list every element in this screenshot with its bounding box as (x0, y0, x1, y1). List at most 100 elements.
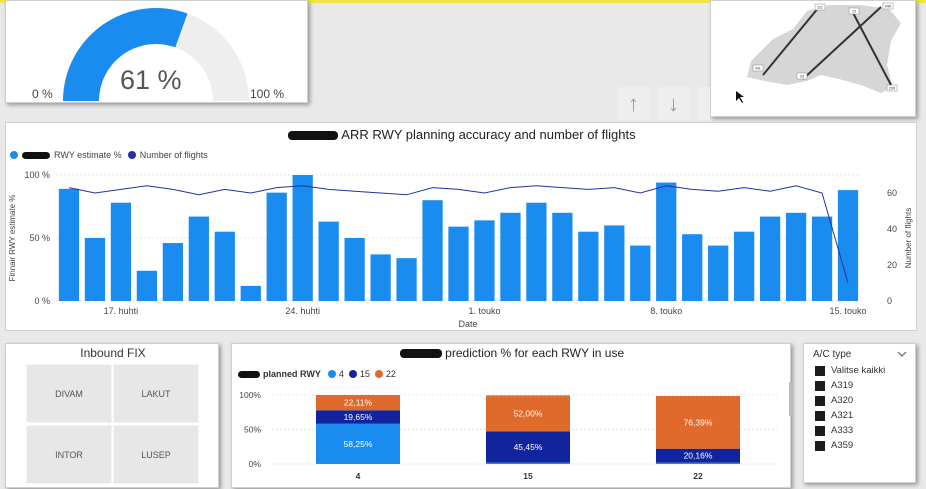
accuracy-bar[interactable] (370, 254, 391, 301)
fix-option-lusep[interactable]: LUSEP (113, 425, 199, 484)
accuracy-bar[interactable] (58, 188, 80, 301)
y-tick-label: 100% (239, 390, 261, 400)
accuracy-bar[interactable] (759, 216, 781, 301)
segment-label: 52,00% (514, 408, 543, 418)
prediction-chart: 58,25% 19,65% 22,11% 45,45% 52,00% 20,16% 76,3… (239, 382, 792, 481)
accuracy-bar[interactable] (318, 221, 339, 301)
segment-label: 20,16% (684, 451, 713, 461)
accuracy-bar[interactable] (630, 245, 651, 301)
map-label: 04L (755, 67, 761, 71)
segment-label: 22,11% (344, 398, 373, 408)
fix-option-intor[interactable]: INTOR (26, 425, 112, 484)
accuracy-bar[interactable] (84, 238, 106, 301)
drill-up-button[interactable]: ↑ (617, 87, 650, 120)
ac-type-option-a319[interactable]: A319 (815, 380, 853, 391)
drill-down-button[interactable]: ↓ (657, 87, 690, 120)
accuracy-bar[interactable] (500, 212, 521, 301)
y-tick-label: 50% (244, 425, 261, 435)
gauge-value: 61 % (120, 65, 182, 95)
ac-type-option-a359[interactable]: A359 (815, 440, 853, 451)
y-tick-label: 0% (249, 459, 262, 469)
segment-label: 76,39% (684, 417, 713, 427)
accuracy-bar[interactable] (214, 231, 235, 301)
arrow-up-icon: ↑ (628, 91, 639, 116)
ac-type-option-a321[interactable]: A321 (815, 410, 853, 421)
accuracy-bar[interactable] (344, 238, 365, 301)
right-axis-label: Number of flights (904, 208, 913, 268)
map-label: 33 (800, 75, 804, 79)
accuracy-bar[interactable] (682, 234, 703, 301)
x-tick-label: 17. huhti (104, 306, 139, 316)
ac-type-title: A/C type (813, 349, 852, 360)
x-tick-label: 8. touko (650, 306, 682, 316)
accuracy-bar[interactable] (656, 182, 677, 301)
map-label: 22R (889, 87, 896, 91)
accuracy-bar[interactable] (526, 202, 547, 301)
ac-type-option-all[interactable]: Valitse kaikki (815, 365, 885, 376)
map-cursor-icon (736, 91, 744, 103)
map-label: 22L (817, 6, 823, 10)
checkbox-icon (815, 425, 825, 436)
accuracy-bar[interactable] (837, 190, 859, 301)
category-label: 22 (693, 471, 703, 481)
accuracy-bar[interactable] (708, 245, 729, 301)
x-tick-label: 1. touko (468, 306, 500, 316)
category-label: 4 (356, 471, 361, 481)
left-tick-label: 100 % (24, 170, 50, 180)
accuracy-bar[interactable] (474, 220, 495, 301)
stack-segment-rwy-4[interactable] (486, 462, 570, 464)
accuracy-bar[interactable] (136, 270, 158, 301)
prediction-chart-card: prediction % for each RWY in use planned… (231, 343, 792, 488)
accuracy-gauge-card: 61 % 0 % 100 % (5, 0, 308, 103)
chevron-down-icon[interactable] (897, 351, 907, 357)
right-tick-label: 40 (887, 224, 897, 234)
accuracy-bar[interactable] (578, 231, 599, 301)
accuracy-bar[interactable] (604, 225, 625, 301)
accuracy-bar[interactable] (110, 202, 132, 301)
map-label: 15 (852, 10, 856, 14)
accuracy-bar[interactable] (240, 285, 261, 301)
x-tick-label: 24. huhti (285, 306, 320, 316)
fix-option-lakut[interactable]: LAKUT (113, 364, 199, 423)
accuracy-bar[interactable] (448, 226, 469, 301)
accuracy-bar[interactable] (811, 216, 833, 301)
right-tick-label: 0 (887, 296, 892, 306)
category-label: 15 (523, 471, 533, 481)
inbound-fix-title: Inbound FIX (80, 346, 146, 360)
accuracy-bar[interactable] (396, 258, 417, 301)
accuracy-chart: 0 % 50 % 100 % 0 20 40 60 17. huhti 24. huhti 1… (8, 170, 913, 329)
map-label: 04R (885, 5, 892, 9)
left-axis-label: Finnair RWY estimate % (8, 195, 17, 282)
expand-next-level-button[interactable] (697, 87, 710, 120)
gauge-min-label: 0 % (32, 87, 53, 101)
accuracy-bar[interactable] (785, 212, 807, 301)
checkbox-icon (815, 380, 825, 391)
right-tick-label: 60 (887, 188, 897, 198)
accuracy-bar[interactable] (734, 231, 755, 301)
left-tick-label: 50 % (29, 233, 50, 243)
ac-type-slicer: A/C type Valitse kaikki A319 A320 A321 A… (803, 343, 916, 483)
accuracy-bar[interactable] (162, 243, 183, 301)
fix-option-divam[interactable]: DIVAM (26, 364, 112, 423)
checkbox-icon (815, 365, 825, 376)
segment-label: 19,65% (344, 412, 373, 422)
inbound-fix-slicer: Inbound FIX DIVAM LAKUT INTOR LUSEP (5, 343, 219, 488)
ac-type-option-a333[interactable]: A333 (815, 425, 853, 436)
segment-label: 45,45% (514, 442, 543, 452)
accuracy-bar[interactable] (422, 200, 443, 301)
airport-area (747, 5, 901, 93)
accuracy-bar[interactable] (188, 216, 209, 301)
accuracy-bar[interactable] (266, 192, 287, 301)
scrollbar[interactable] (789, 382, 792, 416)
accuracy-bar[interactable] (552, 212, 573, 301)
ac-type-option-a320[interactable]: A320 (815, 395, 853, 406)
accuracy-bar[interactable] (292, 175, 313, 301)
gauge-max-label: 100 % (250, 87, 285, 101)
checkbox-icon (815, 395, 825, 406)
checkbox-icon (815, 440, 825, 451)
arrow-down-icon: ↓ (668, 91, 679, 116)
accuracy-chart-card: ARR RWY planning accuracy and number of … (5, 122, 917, 331)
checkbox-icon (815, 410, 825, 421)
stack-segment-rwy-4[interactable] (656, 462, 740, 464)
segment-label: 58,25% (344, 439, 373, 449)
